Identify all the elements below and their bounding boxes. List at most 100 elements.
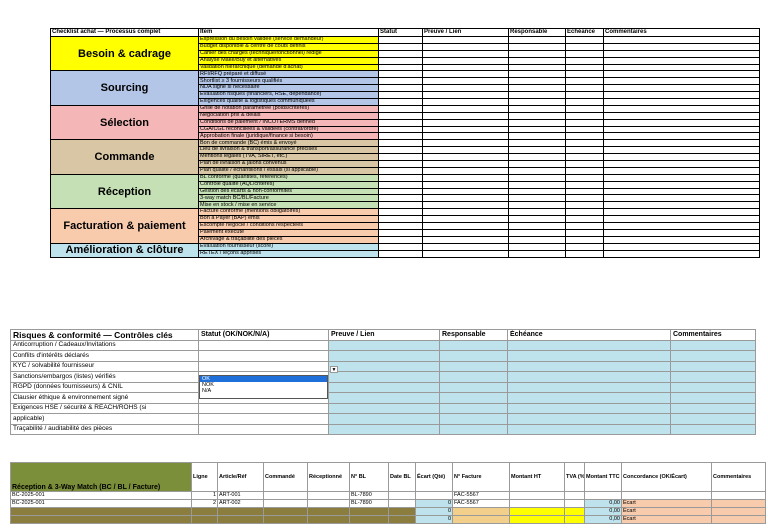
checklist-cell[interactable] xyxy=(508,208,566,217)
checklist-cell[interactable] xyxy=(422,49,509,58)
checklist-cell[interactable] xyxy=(603,146,760,155)
checklist-cell[interactable] xyxy=(378,249,423,258)
checklist-cell[interactable] xyxy=(565,194,604,203)
checklist-cell[interactable] xyxy=(603,70,760,79)
checklist-cell[interactable] xyxy=(603,49,760,58)
status-cell[interactable] xyxy=(198,339,329,351)
checklist-cell[interactable] xyxy=(378,98,423,106)
dropdown-option[interactable]: N/A xyxy=(200,388,327,394)
checklist-cell[interactable] xyxy=(603,132,760,141)
checklist-cell[interactable] xyxy=(565,63,604,72)
amount-ht-cell[interactable] xyxy=(509,491,565,500)
checklist-cell[interactable] xyxy=(508,36,566,44)
ordered-cell[interactable] xyxy=(263,507,308,516)
checklist-cell[interactable] xyxy=(565,180,604,189)
checklist-cell[interactable] xyxy=(378,132,423,141)
checklist-cell[interactable] xyxy=(378,166,423,175)
due-cell[interactable] xyxy=(507,339,671,351)
match-comment-cell[interactable] xyxy=(711,499,766,508)
comment-cell[interactable] xyxy=(670,402,756,414)
checklist-cell[interactable] xyxy=(422,194,509,203)
invoice-cell[interactable]: FAC-5567 xyxy=(452,491,510,500)
checklist-cell[interactable] xyxy=(565,166,604,175)
checklist-cell[interactable] xyxy=(508,160,566,168)
checklist-cell[interactable] xyxy=(565,84,604,93)
checklist-cell[interactable] xyxy=(508,194,566,203)
bl-date-cell[interactable] xyxy=(388,507,416,516)
checklist-cell[interactable] xyxy=(422,70,509,79)
checklist-cell[interactable] xyxy=(565,208,604,217)
checklist-cell[interactable] xyxy=(422,187,509,196)
checklist-cell[interactable] xyxy=(378,146,423,155)
checklist-cell[interactable] xyxy=(508,215,566,224)
checklist-cell[interactable] xyxy=(378,111,423,120)
checklist-cell[interactable] xyxy=(508,166,566,175)
bl-cell[interactable] xyxy=(349,507,389,516)
checklist-cell[interactable] xyxy=(508,98,566,106)
bc-cell[interactable]: BC-2025-001 xyxy=(10,491,192,500)
line-cell[interactable] xyxy=(191,515,218,524)
checklist-cell[interactable] xyxy=(422,166,509,175)
status-dropdown-arrow[interactable]: ▼ xyxy=(330,366,338,373)
comment-cell[interactable] xyxy=(670,381,756,393)
checklist-cell[interactable] xyxy=(508,84,566,93)
ordered-cell[interactable] xyxy=(263,499,308,508)
checklist-cell[interactable] xyxy=(603,104,760,113)
checklist-cell[interactable] xyxy=(378,153,423,162)
checklist-cell[interactable] xyxy=(565,42,604,51)
checklist-cell[interactable] xyxy=(603,91,760,100)
bl-cell[interactable]: BL-7890 xyxy=(349,499,389,508)
proof-cell[interactable] xyxy=(328,339,440,351)
status-cell[interactable] xyxy=(198,423,329,435)
checklist-cell[interactable] xyxy=(565,56,604,65)
bc-cell[interactable] xyxy=(10,507,192,516)
due-cell[interactable] xyxy=(507,360,671,372)
checklist-cell[interactable] xyxy=(422,249,509,258)
line-cell[interactable] xyxy=(191,507,218,516)
checklist-cell[interactable] xyxy=(422,215,509,224)
checklist-cell[interactable] xyxy=(565,235,604,244)
checklist-cell[interactable] xyxy=(422,132,509,141)
checklist-cell[interactable] xyxy=(565,77,604,86)
checklist-cell[interactable] xyxy=(603,215,760,224)
checklist-cell[interactable] xyxy=(603,187,760,196)
checklist-cell[interactable] xyxy=(603,242,760,251)
owner-cell[interactable] xyxy=(439,402,508,414)
checklist-cell[interactable] xyxy=(378,208,423,217)
checklist-cell[interactable] xyxy=(422,222,509,230)
checklist-cell[interactable] xyxy=(508,222,566,230)
article-cell[interactable] xyxy=(217,507,264,516)
checklist-cell[interactable] xyxy=(422,180,509,189)
checklist-cell[interactable] xyxy=(422,153,509,162)
vat-cell[interactable] xyxy=(564,507,585,516)
checklist-cell[interactable] xyxy=(603,194,760,203)
proof-cell[interactable] xyxy=(328,423,440,435)
checklist-cell[interactable] xyxy=(378,160,423,168)
proof-cell[interactable] xyxy=(328,350,440,362)
checklist-cell[interactable] xyxy=(508,201,566,210)
checklist-cell[interactable] xyxy=(422,235,509,244)
match-comment-cell[interactable] xyxy=(711,515,766,524)
checklist-cell[interactable] xyxy=(422,111,509,120)
status-cell[interactable] xyxy=(198,402,329,414)
status-cell[interactable] xyxy=(198,360,329,372)
invoice-cell[interactable] xyxy=(452,515,510,524)
checklist-cell[interactable] xyxy=(565,132,604,141)
checklist-cell[interactable] xyxy=(603,118,760,127)
checklist-cell[interactable] xyxy=(565,118,604,127)
checklist-cell[interactable] xyxy=(422,42,509,51)
received-cell[interactable] xyxy=(307,515,350,524)
received-cell[interactable] xyxy=(307,491,350,500)
checklist-cell[interactable] xyxy=(565,249,604,258)
checklist-cell[interactable] xyxy=(565,70,604,79)
line-cell[interactable]: 2 xyxy=(191,499,218,508)
checklist-cell[interactable] xyxy=(603,173,760,182)
checklist-cell[interactable] xyxy=(508,104,566,113)
checklist-cell[interactable] xyxy=(508,111,566,120)
due-cell[interactable] xyxy=(507,381,671,393)
amount-ht-cell[interactable] xyxy=(509,507,565,516)
checklist-cell[interactable] xyxy=(603,36,760,44)
checklist-cell[interactable] xyxy=(565,187,604,196)
match-comment-cell[interactable] xyxy=(711,491,766,500)
match-comment-cell[interactable] xyxy=(711,507,766,516)
